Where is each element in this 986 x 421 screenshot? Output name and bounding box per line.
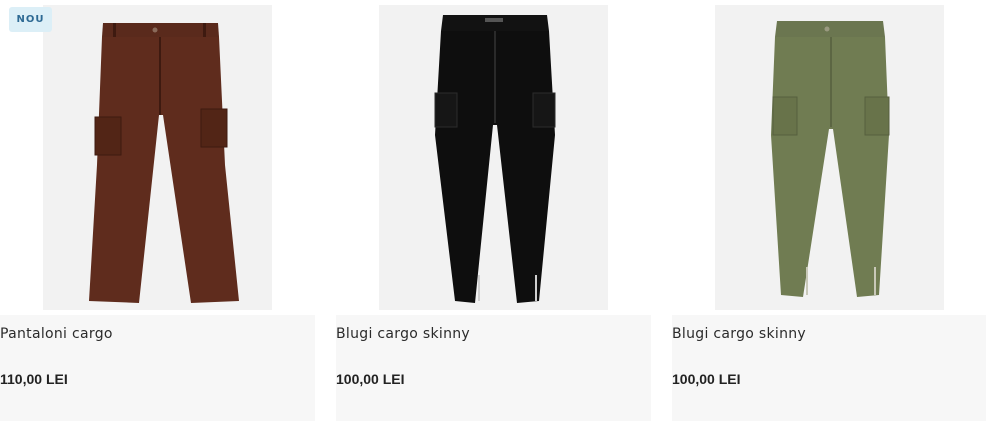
product-info[interactable]: Blugi cargo skinny 100,00 LEI bbox=[336, 315, 651, 421]
product-info[interactable]: Blugi cargo skinny 100,00 LEI bbox=[672, 315, 986, 421]
product-image-area[interactable] bbox=[672, 0, 986, 315]
khaki-skinny-cargo-jeans-image bbox=[771, 21, 890, 297]
product-price: 100,00 LEI bbox=[336, 371, 405, 387]
product-image[interactable] bbox=[715, 5, 944, 310]
black-skinny-cargo-jeans-image bbox=[434, 15, 556, 303]
product-title[interactable]: Blugi cargo skinny bbox=[672, 326, 806, 342]
brown-wide-cargo-pants-image bbox=[89, 23, 239, 303]
product-title[interactable]: Blugi cargo skinny bbox=[336, 326, 470, 342]
product-image-area[interactable]: NOU bbox=[0, 0, 315, 315]
product-image-area[interactable] bbox=[336, 0, 651, 315]
product-card[interactable]: Blugi cargo skinny 100,00 LEI bbox=[672, 0, 986, 421]
product-card[interactable]: NOU Pantaloni cargo 110,00 LEI bbox=[0, 0, 315, 421]
new-badge: NOU bbox=[9, 7, 52, 32]
product-price: 110,00 LEI bbox=[0, 371, 68, 387]
product-price: 100,00 LEI bbox=[672, 371, 741, 387]
product-title[interactable]: Pantaloni cargo bbox=[0, 326, 113, 342]
product-image[interactable] bbox=[379, 5, 608, 310]
product-info[interactable]: Pantaloni cargo 110,00 LEI bbox=[0, 315, 315, 421]
product-image[interactable] bbox=[43, 5, 272, 310]
product-card[interactable]: Blugi cargo skinny 100,00 LEI bbox=[336, 0, 651, 421]
